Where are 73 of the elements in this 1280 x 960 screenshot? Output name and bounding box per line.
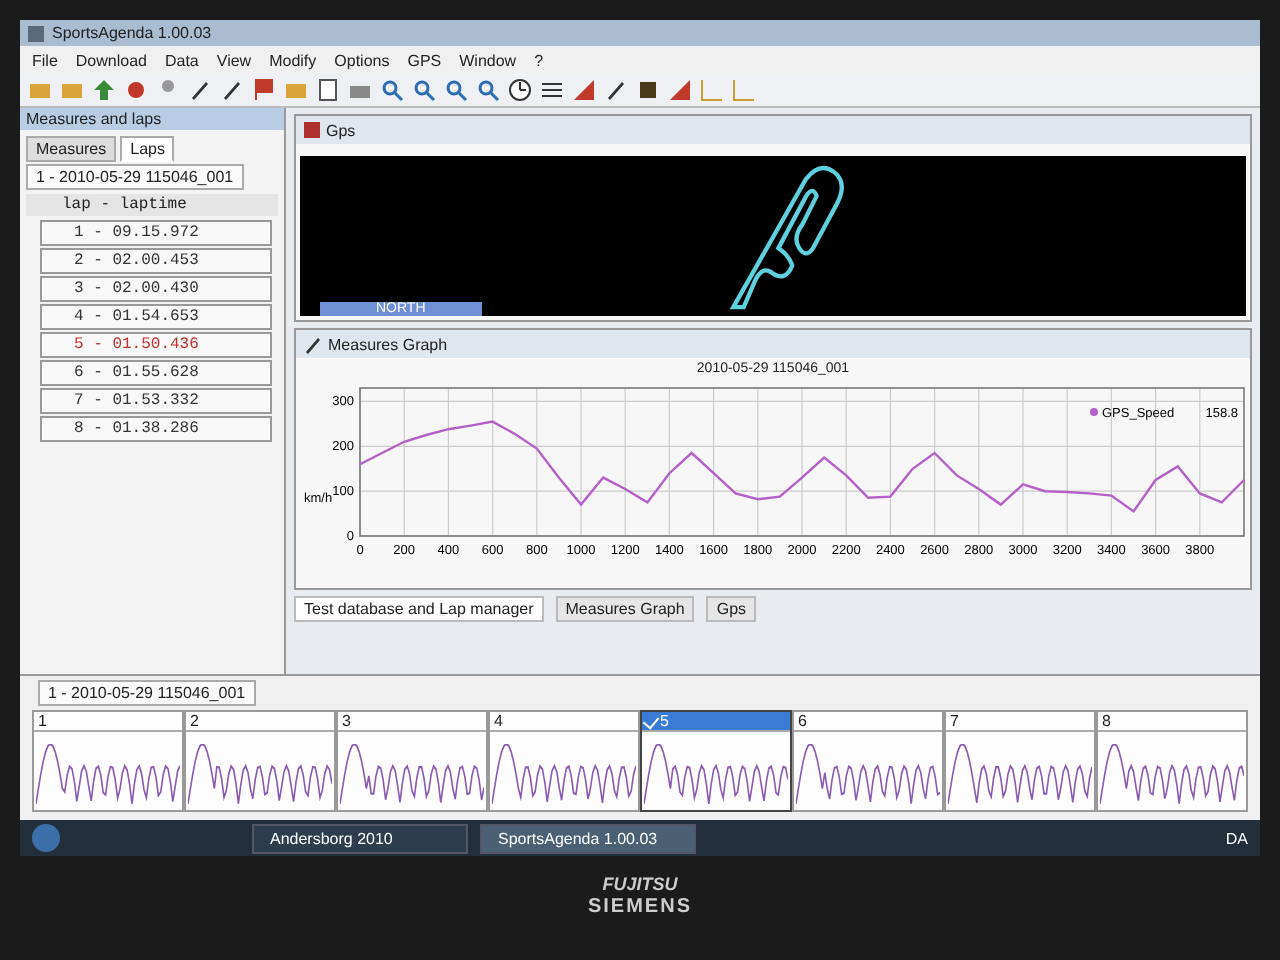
menu-item[interactable]: View [216, 51, 252, 69]
lap-number: 5 [660, 712, 669, 730]
arrow-icon[interactable] [92, 78, 116, 102]
session-tab[interactable]: 1 - 2010-05-29 115046_001 [26, 164, 244, 190]
lap-number: 4 [494, 712, 503, 730]
panel-tab[interactable]: Measures [26, 136, 117, 162]
session-tab[interactable]: 1 - 2010-05-29 115046_001 [38, 680, 256, 706]
language-indicator[interactable]: DA [1225, 829, 1248, 847]
lap-sparkline [340, 744, 484, 804]
search-icon[interactable] [380, 78, 404, 102]
panel-title: Measures and laps [20, 108, 284, 130]
lap-graph[interactable]: 2 [184, 710, 336, 812]
lap-graph[interactable]: 3 [336, 710, 488, 812]
lap-sparkline [644, 744, 788, 804]
lap-sparkline [492, 744, 636, 804]
list-header: lap - laptime [26, 194, 278, 216]
page-icon[interactable] [316, 78, 340, 102]
lap-sparkline [948, 744, 1092, 804]
bars-icon[interactable] [540, 78, 564, 102]
menu-item[interactable]: ? [534, 51, 544, 69]
window-title: Measures Graph [328, 335, 448, 353]
lap-number: 7 [950, 712, 959, 730]
panel-tab[interactable]: Laps [120, 136, 175, 162]
window-tab[interactable]: Gps [706, 596, 757, 622]
lap-graph[interactable]: 1 [32, 710, 184, 812]
lap-number: 6 [798, 712, 807, 730]
lap-graph[interactable]: 6 [792, 710, 944, 812]
brand-logo: FUJITSU SIEMENS [585, 876, 694, 918]
window-title: SportsAgenda 1.00.03 [52, 24, 212, 42]
lap-row[interactable]: 7 - 01.53.332 [40, 388, 272, 414]
lap-row[interactable]: 6 - 01.55.628 [40, 360, 272, 386]
menu-item[interactable]: Modify [269, 51, 317, 69]
search-icon[interactable] [476, 78, 500, 102]
lap-row[interactable]: 5 - 01.50.436 [40, 332, 272, 358]
lap-number: 1 [38, 712, 47, 730]
pen-icon[interactable] [220, 78, 244, 102]
menu-item[interactable]: Window [459, 51, 517, 69]
lap-graph[interactable]: 5 [640, 710, 792, 812]
pen-icon[interactable] [188, 78, 212, 102]
lap-graph[interactable]: 4 [488, 710, 640, 812]
search-icon[interactable] [412, 78, 436, 102]
lap-number: 2 [190, 712, 199, 730]
square-icon[interactable] [636, 78, 660, 102]
start-button[interactable] [32, 824, 60, 852]
window-title: Gps [326, 121, 356, 139]
lap-number: 3 [342, 712, 351, 730]
search-icon[interactable] [444, 78, 468, 102]
taskbar-item[interactable]: Andersborg 2010 [252, 823, 468, 853]
app-icon [28, 25, 44, 41]
menu-item[interactable]: Data [164, 51, 199, 69]
lap-row[interactable]: 8 - 01.38.286 [40, 416, 272, 442]
lap-row[interactable]: 4 - 01.54.653 [40, 304, 272, 330]
lap-graph[interactable]: 7 [944, 710, 1096, 812]
pen-icon[interactable] [604, 78, 628, 102]
clock-icon[interactable] [508, 78, 532, 102]
window-tab[interactable]: Test database and Lap manager [294, 596, 544, 622]
lap-sparkline [796, 744, 940, 804]
lap-graph[interactable]: 8 [1096, 710, 1248, 812]
lap-sparkline [36, 744, 180, 804]
pen-icon [304, 335, 322, 353]
lap-row[interactable]: 2 - 02.00.453 [40, 248, 272, 274]
lap-row[interactable]: 3 - 02.00.430 [40, 276, 272, 302]
window-tab[interactable]: Measures Graph [555, 596, 695, 622]
menu-item[interactable]: File [32, 51, 58, 69]
menu-item[interactable]: Options [334, 51, 390, 69]
menu-item[interactable]: Download [75, 51, 147, 69]
lap-row[interactable]: 1 - 09.15.972 [40, 220, 272, 246]
flag-icon[interactable] [252, 78, 276, 102]
taskbar-item[interactable]: SportsAgenda 1.00.03 [480, 823, 696, 853]
lap-sparkline [1100, 744, 1244, 804]
lap-number: 8 [1102, 712, 1111, 730]
menu-item[interactable]: GPS [407, 51, 442, 69]
lap-sparkline [188, 744, 332, 804]
